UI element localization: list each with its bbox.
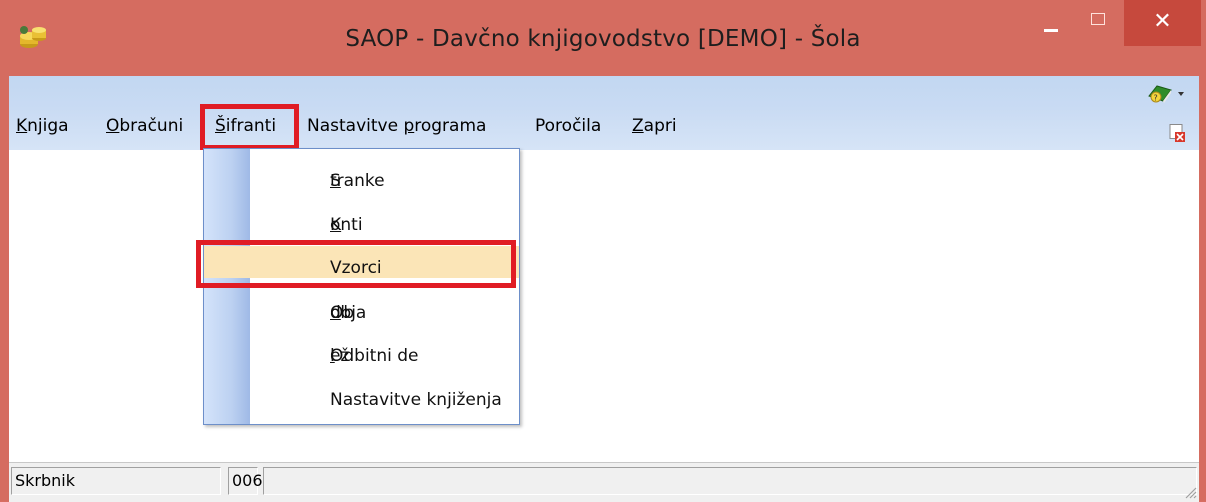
close-button[interactable]: ✕	[1124, 0, 1201, 46]
menu-item-konti[interactable]: Konti	[204, 203, 519, 235]
svg-text:?: ?	[1154, 94, 1158, 103]
maximize-button[interactable]	[1076, 0, 1120, 46]
app-window: SAOP - Davčno knjigovodstvo [DEMO] - Šol…	[0, 0, 1206, 502]
menu-item-nastavitve-knjizenja[interactable]: Nastavitve knjiženja	[204, 378, 519, 410]
resize-grip-icon[interactable]	[1181, 483, 1197, 499]
client-area: Knjiga Obračuni Šifranti Nastavitve prog…	[9, 76, 1199, 502]
menu-item-highlight-frame	[196, 240, 516, 288]
window-title: SAOP - Davčno knjigovodstvo [DEMO] - Šol…	[345, 26, 861, 52]
status-code: 006	[228, 467, 263, 495]
menu-bar: Knjiga Obračuni Šifranti Nastavitve prog…	[9, 76, 1199, 150]
menu-knjiga[interactable]: Knjiga	[16, 116, 69, 136]
status-bar: Skrbnik 006	[9, 462, 1199, 502]
menu-item-stranke[interactable]: Stranke	[204, 159, 519, 191]
close-document-icon[interactable]	[1169, 124, 1185, 142]
menu-item-obdobja[interactable]: Ob d obja	[204, 291, 519, 323]
menu-item-odbitni-delezi[interactable]: Odbitni de l eži	[204, 334, 519, 366]
menu-porocila[interactable]: Poročila	[535, 116, 601, 136]
minimize-button[interactable]	[1030, 0, 1074, 46]
menu-obracuni[interactable]: Obračuni	[106, 116, 183, 136]
status-user: Skrbnik	[11, 467, 221, 495]
help-book-icon[interactable]: ?	[1147, 82, 1185, 104]
menu-highlight-frame	[200, 104, 299, 150]
title-bar[interactable]: SAOP - Davčno knjigovodstvo [DEMO] - Šol…	[0, 0, 1206, 76]
menu-zapri[interactable]: Zapri	[632, 116, 677, 136]
menu-nastavitve-programa[interactable]: Nastavitve programa	[307, 116, 486, 136]
status-panel-empty	[263, 467, 1197, 495]
